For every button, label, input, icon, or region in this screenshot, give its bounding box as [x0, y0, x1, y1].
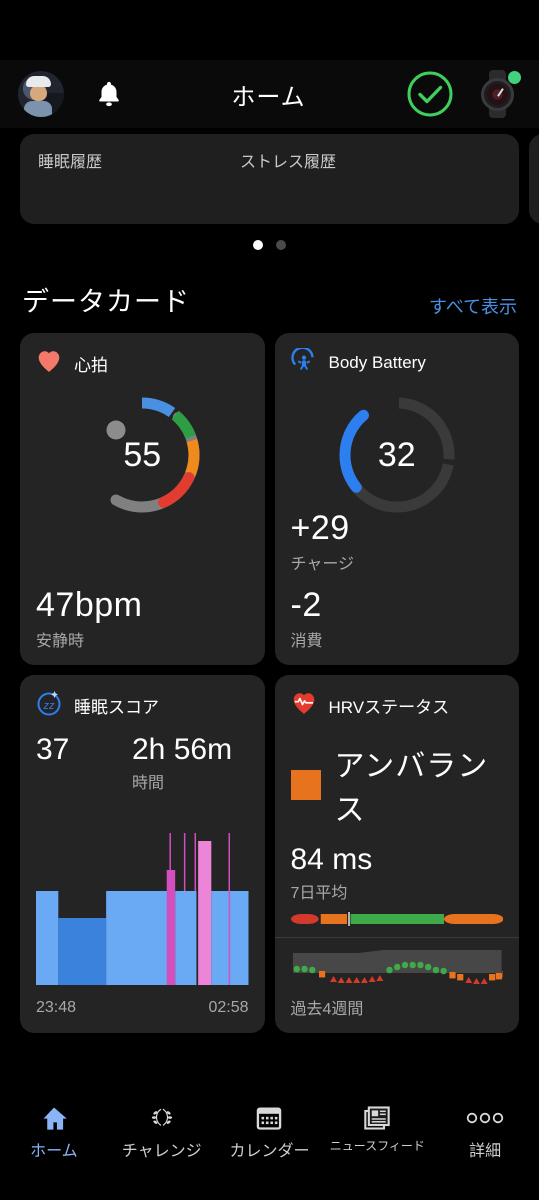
nav-label-more: 詳細 [469, 1143, 502, 1160]
nav-label-newsfeed: ニュースフィード [329, 1139, 425, 1153]
card-hrv-header: HRVステータス [291, 691, 504, 719]
app-bar: ホーム [0, 60, 539, 128]
hrv-range-bar [290, 911, 503, 927]
sleep-zz-icon: zz [36, 690, 62, 721]
device-status-dot [508, 71, 521, 84]
card-body-battery[interactable]: Body Battery 32 +29 チャージ -2 消費 [274, 333, 519, 665]
charged-label: チャージ [290, 556, 355, 573]
card-body-battery-header: Body Battery [290, 345, 504, 379]
heart-rate-gauge-wrap: 55 [36, 387, 249, 523]
sleep-duration-value: 2h 56m [132, 733, 233, 766]
hrv-value: 84 ms [290, 843, 373, 876]
body-battery-stats: +29 チャージ -2 消費 [291, 509, 355, 651]
hrv-status-swatch [290, 770, 321, 800]
body-battery-gauge-value: 32 [377, 435, 416, 474]
nav-item-home[interactable]: ホーム [0, 1103, 108, 1161]
sleep-time-axis: 23:48 02:58 [36, 999, 249, 1017]
heart-rate-gauge: 55 [74, 387, 210, 523]
card-hrv-title: HRVステータス [328, 697, 450, 717]
nav-item-calendar[interactable]: カレンダー [216, 1103, 324, 1161]
carousel-page-dots[interactable] [0, 228, 539, 262]
card-body-battery-title: Body Battery [328, 353, 426, 372]
bottom-navigation: ホーム チャレンジ カレンダー ニュースフィード 詳細 [0, 1095, 539, 1200]
hrv-value-label: 7日平均 [290, 885, 348, 902]
home-icon [40, 1103, 68, 1133]
charged-value: +29 [290, 509, 350, 547]
card-heart-rate[interactable]: 心拍 55 47bpm 安静時 [20, 333, 265, 665]
card-sleep-score[interactable]: zz 睡眠スコア 37 2h 56m 時間 23:48 02:58 [20, 675, 265, 1033]
hrv-status-row: アンバランス [290, 741, 504, 829]
bell-icon[interactable] [86, 78, 132, 110]
heart-rate-gauge-value: 55 [123, 435, 162, 474]
view-all-link[interactable]: すべて表示 [429, 293, 517, 319]
nav-item-more[interactable]: 詳細 [431, 1103, 539, 1161]
drained-label: 消費 [290, 633, 323, 650]
resting-hr-label: 安静時 [36, 633, 85, 650]
nav-label-calendar: カレンダー [229, 1143, 310, 1160]
check-circle-icon[interactable] [405, 69, 455, 119]
sleep-duration-label: 時間 [132, 775, 165, 792]
page-title: ホーム [231, 83, 306, 111]
sleep-score-value: 37 [36, 733, 70, 766]
nav-item-newsfeed[interactable]: ニュースフィード [323, 1103, 431, 1154]
svg-text:zz: zz [43, 700, 56, 712]
card-hrv-status[interactable]: HRVステータス アンバランス 84 ms 7日平均 過去4週間 [274, 675, 519, 1033]
hrv-trend-label: 過去4週間 [290, 1001, 364, 1018]
more-dots-icon [465, 1103, 505, 1133]
body-battery-drained: -2 消費 [291, 586, 355, 651]
body-battery-charged: +29 チャージ [291, 509, 355, 574]
nav-label-home: ホーム [30, 1143, 78, 1160]
nav-label-challenges: チャレンジ [121, 1143, 202, 1160]
carousel-next-card-peek[interactable] [529, 134, 539, 224]
hrv-heart-pulse-icon [291, 691, 317, 720]
calendar-icon [255, 1103, 283, 1133]
card-heart-rate-title: 心拍 [74, 355, 108, 375]
heart-icon [36, 349, 62, 378]
app-screen: ホーム 睡眠履歴 ストレス履歴 データカード すべて表示 心拍 55 47bpm… [0, 0, 539, 1200]
user-avatar[interactable] [18, 71, 64, 117]
laurel-wreath-icon [148, 1103, 176, 1133]
page-dot-1[interactable] [253, 240, 263, 250]
card-heart-rate-header: 心拍 [36, 349, 249, 377]
status-bar [0, 0, 539, 60]
section-title: データカード [22, 287, 190, 317]
stress-history-label: ストレス履歴 [240, 154, 337, 171]
sleep-duration-block: 2h 56m 時間 [132, 733, 232, 793]
sleep-axis-start: 23:48 [36, 999, 77, 1016]
card-sleep-header: zz 睡眠スコア [36, 690, 249, 721]
newsfeed-icon [363, 1103, 391, 1133]
sleep-summary: 37 2h 56m 時間 [36, 733, 249, 793]
drained-value: -2 [290, 586, 322, 624]
heart-rate-resting: 47bpm 安静時 [36, 586, 142, 651]
sleep-history-label: 睡眠履歴 [38, 154, 103, 171]
resting-hr-value: 47bpm [36, 586, 143, 624]
hrv-trend-chart [291, 947, 515, 995]
nav-item-challenges[interactable]: チャレンジ [108, 1103, 216, 1161]
watch-device-icon[interactable] [475, 69, 521, 119]
data-cards-header: データカード すべて表示 [0, 262, 539, 333]
card-sleep-title: 睡眠スコア [74, 697, 159, 717]
history-card[interactable]: 睡眠履歴 ストレス履歴 [20, 134, 519, 224]
carousel-region: 睡眠履歴 ストレス履歴 [0, 128, 539, 228]
hrv-value-block: 84 ms 7日平均 [291, 843, 373, 903]
body-battery-icon [290, 345, 317, 379]
sleep-axis-end: 02:58 [208, 999, 249, 1016]
page-dot-2[interactable] [276, 240, 286, 250]
hrv-card-divider [274, 937, 519, 938]
body-battery-gauge-wrap: 32 [291, 387, 504, 523]
content-scroll: 睡眠履歴 ストレス履歴 データカード すべて表示 心拍 55 47bpm 安静時… [0, 128, 539, 1200]
data-cards-grid: 心拍 55 47bpm 安静時 Body Battery 32 +29 チャージ… [0, 333, 539, 1033]
hrv-status-text: アンバランス [334, 750, 489, 827]
sleep-stage-chart [36, 833, 249, 985]
body-battery-gauge: 32 [329, 387, 465, 523]
